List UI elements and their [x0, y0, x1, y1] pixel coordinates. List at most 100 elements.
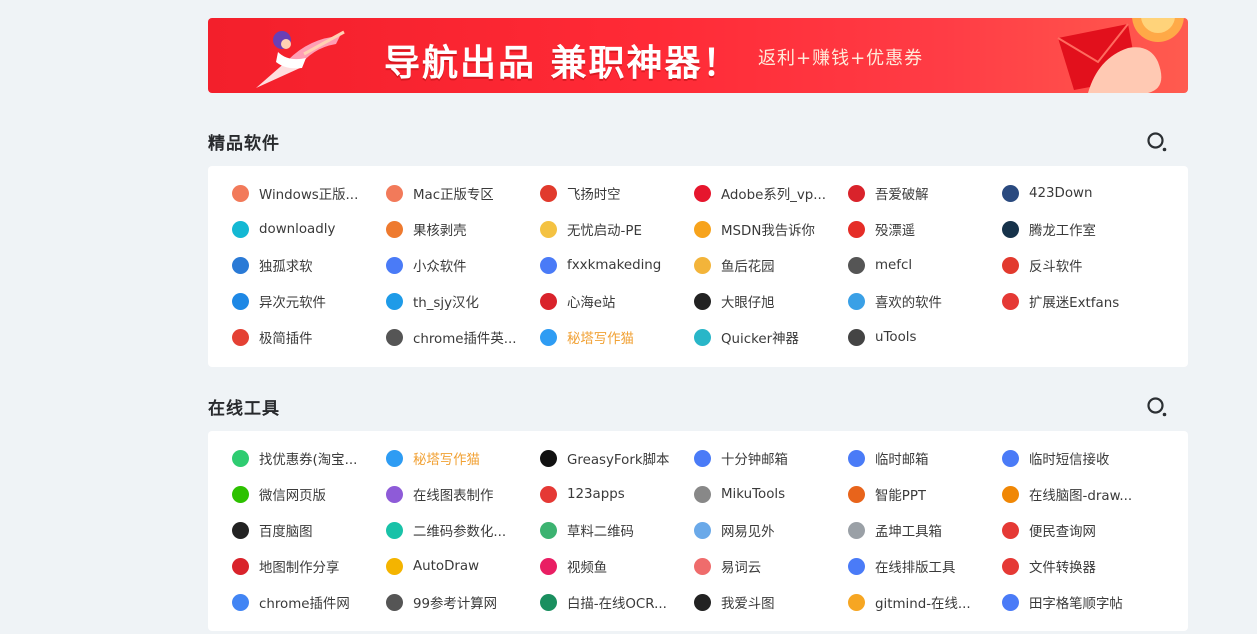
cube-icon: [386, 485, 403, 503]
section-title: 精品软件: [208, 134, 280, 154]
utools-icon: [848, 328, 865, 346]
link-item[interactable]: 极简插件: [232, 319, 386, 355]
link-label: gitmind-在线...: [875, 597, 971, 612]
link-item[interactable]: 智能PPT: [848, 476, 1002, 512]
link-label: 微信网页版: [259, 489, 326, 504]
eye-icon: [386, 256, 403, 274]
link-item[interactable]: 心海e站: [540, 283, 694, 319]
link-item[interactable]: 大眼仔旭: [694, 283, 848, 319]
link-item[interactable]: 白描-在线OCR...: [540, 584, 694, 620]
gitmind-icon: [848, 593, 865, 611]
link-label: AutoDraw: [413, 558, 480, 574]
search-icon[interactable]: [1146, 396, 1168, 418]
link-item[interactable]: 草料二维码: [540, 512, 694, 548]
link-item[interactable]: 临时邮箱: [848, 440, 1002, 476]
link-item[interactable]: 网易见外: [694, 512, 848, 548]
link-item[interactable]: 文件转换器: [1002, 548, 1156, 584]
link-label: 飞扬时空: [567, 188, 621, 203]
link-item[interactable]: chrome插件网: [232, 584, 386, 620]
link-label: 找优惠券(淘宝...: [259, 453, 358, 468]
link-item[interactable]: 临时短信接收: [1002, 440, 1156, 476]
ex-icon: [1002, 292, 1019, 310]
link-item[interactable]: 小众软件: [386, 247, 540, 283]
link-item[interactable]: 孟坤工具箱: [848, 512, 1002, 548]
link-item[interactable]: 殁漂遥: [848, 211, 1002, 247]
link-item[interactable]: 扩展迷Extfans: [1002, 283, 1156, 319]
link-item[interactable]: th_sjy汉化: [386, 283, 540, 319]
link-item[interactable]: Quicker神器: [694, 319, 848, 355]
link-item[interactable]: 123apps: [540, 476, 694, 512]
link-label: Windows正版...: [259, 188, 359, 203]
book-icon: [386, 328, 403, 346]
link-label: 临时短信接收: [1029, 453, 1110, 468]
search-icon[interactable]: [1146, 131, 1168, 153]
caoliao-icon: [540, 521, 557, 539]
link-item[interactable]: Mac正版专区: [386, 175, 540, 211]
link-item[interactable]: 地图制作分享: [232, 548, 386, 584]
link-item[interactable]: mefcl: [848, 247, 1002, 283]
qr-icon: [386, 521, 403, 539]
link-label: 我爱斗图: [721, 597, 775, 612]
link-item[interactable]: 异次元软件: [232, 283, 386, 319]
link-label: 孟坤工具箱: [875, 525, 942, 540]
link-item[interactable]: MSDN我告诉你: [694, 211, 848, 247]
link-item[interactable]: 独孤求软: [232, 247, 386, 283]
eye-icon: [540, 256, 557, 274]
fandou-icon: [1002, 256, 1019, 274]
link-item[interactable]: chrome插件英...: [386, 319, 540, 355]
link-label: 在线脑图-draw...: [1029, 489, 1133, 504]
wave-icon: [694, 521, 711, 539]
query-icon: [1002, 521, 1019, 539]
link-item[interactable]: 二维码参数化...: [386, 512, 540, 548]
y-icon: [694, 557, 711, 575]
link-item[interactable]: 无忧启动-PE: [540, 211, 694, 247]
link-label: 心海e站: [567, 296, 616, 311]
link-item[interactable]: 喜欢的软件: [848, 283, 1002, 319]
link-item[interactable]: 田字格笔顺字帖: [1002, 584, 1156, 620]
link-label: Quicker神器: [721, 332, 799, 347]
pencil-icon: [386, 557, 403, 575]
link-label: 在线图表制作: [413, 489, 494, 504]
link-item[interactable]: 在线图表制作: [386, 476, 540, 512]
link-item[interactable]: 在线脑图-draw...: [1002, 476, 1156, 512]
link-item[interactable]: GreasyFork脚本: [540, 440, 694, 476]
link-item[interactable]: 腾龙工作室: [1002, 211, 1156, 247]
link-item[interactable]: downloadly: [232, 211, 386, 247]
link-label: 123apps: [567, 486, 625, 502]
chrome-icon: [232, 593, 249, 611]
link-item[interactable]: 便民查询网: [1002, 512, 1156, 548]
link-item[interactable]: MikuTools: [694, 476, 848, 512]
link-item[interactable]: 秘塔写作猫: [540, 319, 694, 355]
link-item[interactable]: gitmind-在线...: [848, 584, 1002, 620]
link-label: 地图制作分享: [259, 561, 340, 576]
link-item[interactable]: 百度脑图: [232, 512, 386, 548]
link-item[interactable]: Adobe系列_vp...: [694, 175, 848, 211]
link-item[interactable]: 易词云: [694, 548, 848, 584]
link-item[interactable]: 微信网页版: [232, 476, 386, 512]
link-item[interactable]: 反斗软件: [1002, 247, 1156, 283]
link-item[interactable]: Windows正版...: [232, 175, 386, 211]
banner-title: 导航出品 兼职神器！: [384, 43, 741, 84]
toolbox-icon: [848, 521, 865, 539]
link-item[interactable]: 果核剥壳: [386, 211, 540, 247]
link-item[interactable]: 鱼后花园: [694, 247, 848, 283]
link-item[interactable]: AutoDraw: [386, 548, 540, 584]
link-item[interactable]: fxxkmakeding: [540, 247, 694, 283]
link-item[interactable]: 吾爱破解: [848, 175, 1002, 211]
link-label: 独孤求软: [259, 260, 313, 275]
link-item[interactable]: 十分钟邮箱: [694, 440, 848, 476]
link-item[interactable]: 找优惠券(淘宝...: [232, 440, 386, 476]
link-item[interactable]: 视频鱼: [540, 548, 694, 584]
link-label: 秘塔写作猫: [567, 332, 634, 347]
423down-icon: [1002, 184, 1019, 202]
link-item[interactable]: 99参考计算网: [386, 584, 540, 620]
link-label: 吾爱破解: [875, 188, 929, 203]
link-label: 便民查询网: [1029, 525, 1096, 540]
link-item[interactable]: 秘塔写作猫: [386, 440, 540, 476]
link-item[interactable]: uTools: [848, 319, 1002, 355]
link-item[interactable]: 423Down: [1002, 175, 1156, 211]
link-item[interactable]: 飞扬时空: [540, 175, 694, 211]
link-item[interactable]: 在线排版工具: [848, 548, 1002, 584]
link-item[interactable]: 我爱斗图: [694, 584, 848, 620]
promo-banner[interactable]: 导航出品 兼职神器！ 返利+赚钱+优惠券: [208, 18, 1188, 93]
